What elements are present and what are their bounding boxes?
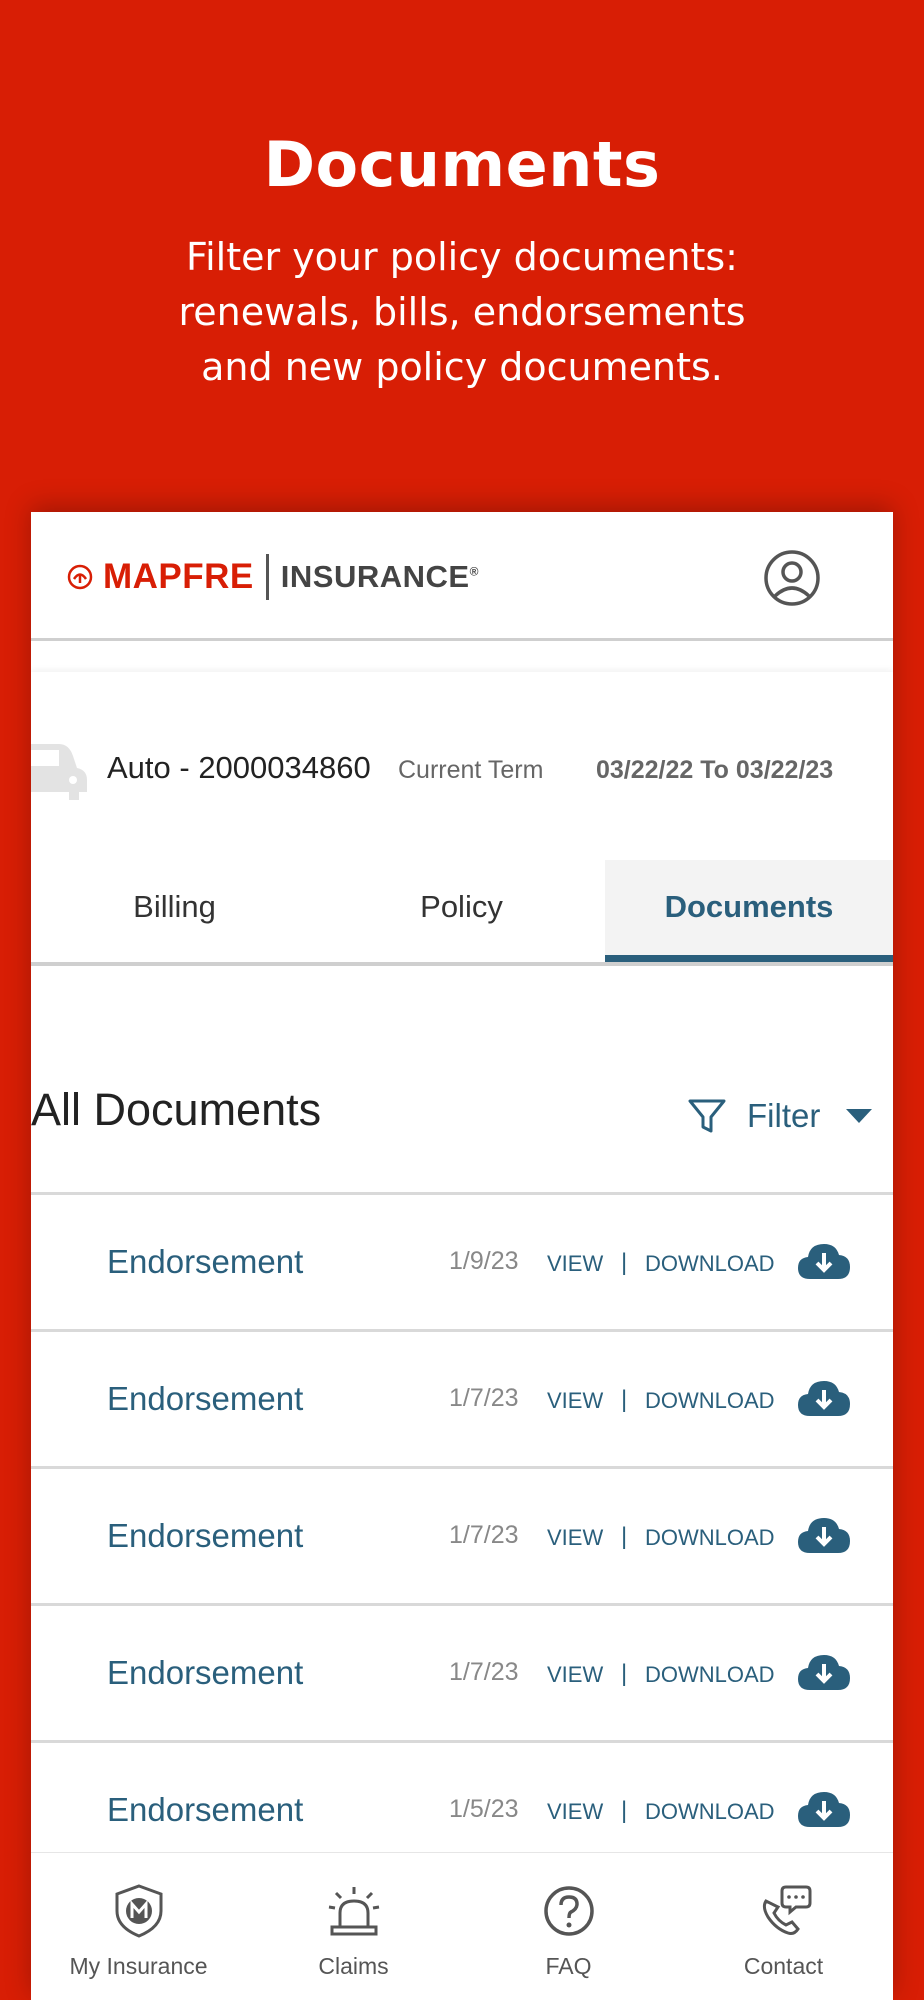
document-title[interactable]: Endorsement — [107, 1654, 303, 1692]
cloud-download-icon[interactable] — [796, 1787, 852, 1831]
nav-label: Claims — [318, 1953, 389, 1979]
funnel-icon — [688, 1099, 726, 1133]
section-title: All Documents — [31, 1084, 322, 1135]
nav-claims[interactable]: Claims — [246, 1853, 461, 2000]
policy-tabs: Billing Policy Documents — [31, 860, 893, 966]
view-link[interactable]: VIEW — [547, 1799, 603, 1825]
view-link[interactable]: VIEW — [547, 1525, 603, 1551]
nav-my-insurance[interactable]: My Insurance — [31, 1853, 246, 2000]
filter-label: Filter — [747, 1097, 821, 1134]
document-date: 1/7/23 — [449, 1384, 519, 1412]
logo-brand-text: MAPFRE — [103, 557, 254, 596]
link-separator: | — [621, 1249, 628, 1276]
bottom-navigation: My Insurance Claims FAQ Contact — [31, 1852, 893, 2000]
view-link[interactable]: VIEW — [547, 1251, 603, 1277]
nav-label: FAQ — [545, 1953, 592, 1979]
document-title[interactable]: Endorsement — [107, 1791, 303, 1829]
link-separator: | — [621, 1660, 628, 1687]
app-screen: MAPFRE INSURANCE® Auto - 2000034860 Curr… — [31, 512, 893, 2000]
phone-chat-icon — [762, 1885, 812, 1935]
link-separator: | — [621, 1386, 628, 1413]
download-link[interactable]: DOWNLOAD — [645, 1251, 775, 1277]
mapfre-logo: MAPFRE INSURANCE® — [67, 552, 479, 602]
promo-subtitle: Filter your policy documents: renewals, … — [178, 235, 746, 389]
document-title[interactable]: Endorsement — [107, 1380, 303, 1418]
document-date: 1/9/23 — [449, 1247, 519, 1275]
question-icon — [544, 1886, 594, 1936]
download-link[interactable]: DOWNLOAD — [645, 1388, 775, 1414]
car-icon — [31, 744, 87, 800]
tab-documents[interactable]: Documents — [605, 860, 893, 962]
cloud-download-icon[interactable] — [796, 1376, 852, 1420]
cloud-download-icon[interactable] — [796, 1239, 852, 1283]
app-header: MAPFRE INSURANCE® — [31, 512, 893, 641]
link-separator: | — [621, 1523, 628, 1550]
logo-divider — [265, 554, 269, 600]
document-title[interactable]: Endorsement — [107, 1243, 303, 1281]
document-row: Endorsement 1/9/23 VIEW | DOWNLOAD — [31, 1192, 893, 1329]
caret-down-icon — [846, 1109, 873, 1123]
download-link[interactable]: DOWNLOAD — [645, 1662, 775, 1688]
document-row: Endorsement 1/7/23 VIEW | DOWNLOAD — [31, 1466, 893, 1603]
document-row: Endorsement 1/7/23 VIEW | DOWNLOAD — [31, 1603, 893, 1740]
tab-billing[interactable]: Billing — [31, 860, 318, 962]
document-date: 1/7/23 — [449, 1521, 519, 1549]
link-separator: | — [621, 1797, 628, 1824]
logo-insurance-text: INSURANCE® — [280, 559, 479, 594]
cloud-download-icon[interactable] — [796, 1513, 852, 1557]
document-date: 1/7/23 — [449, 1658, 519, 1686]
document-row: Endorsement 1/7/23 VIEW | DOWNLOAD — [31, 1329, 893, 1466]
document-date: 1/5/23 — [449, 1795, 519, 1823]
view-link[interactable]: VIEW — [547, 1388, 603, 1414]
siren-icon — [328, 1887, 380, 1936]
policy-summary: Auto - 2000034860 Current Term 03/22/22 … — [31, 672, 893, 966]
nav-contact[interactable]: Contact — [676, 1853, 891, 2000]
user-circle-icon[interactable] — [762, 548, 822, 608]
policy-term-label: Current Term — [398, 756, 544, 784]
nav-label: Contact — [743, 1953, 824, 1979]
policy-name: Auto - 2000034860 — [107, 750, 371, 785]
nav-faq[interactable]: FAQ — [461, 1853, 676, 2000]
download-link[interactable]: DOWNLOAD — [645, 1799, 775, 1825]
download-link[interactable]: DOWNLOAD — [645, 1525, 775, 1551]
view-link[interactable]: VIEW — [547, 1662, 603, 1688]
promo-title: Documents — [263, 128, 661, 201]
cloud-download-icon[interactable] — [796, 1650, 852, 1694]
mapfre-emblem-icon — [67, 564, 93, 590]
document-list: Endorsement 1/9/23 VIEW | DOWNLOAD Endor… — [31, 1192, 893, 1877]
policy-dates: 03/22/22 To 03/22/23 — [596, 756, 834, 784]
nav-label: My Insurance — [69, 1953, 208, 1979]
filter-button[interactable]: Filter — [687, 1096, 873, 1136]
tab-policy[interactable]: Policy — [318, 860, 605, 962]
document-title[interactable]: Endorsement — [107, 1517, 303, 1555]
shield-m-icon — [115, 1884, 163, 1938]
